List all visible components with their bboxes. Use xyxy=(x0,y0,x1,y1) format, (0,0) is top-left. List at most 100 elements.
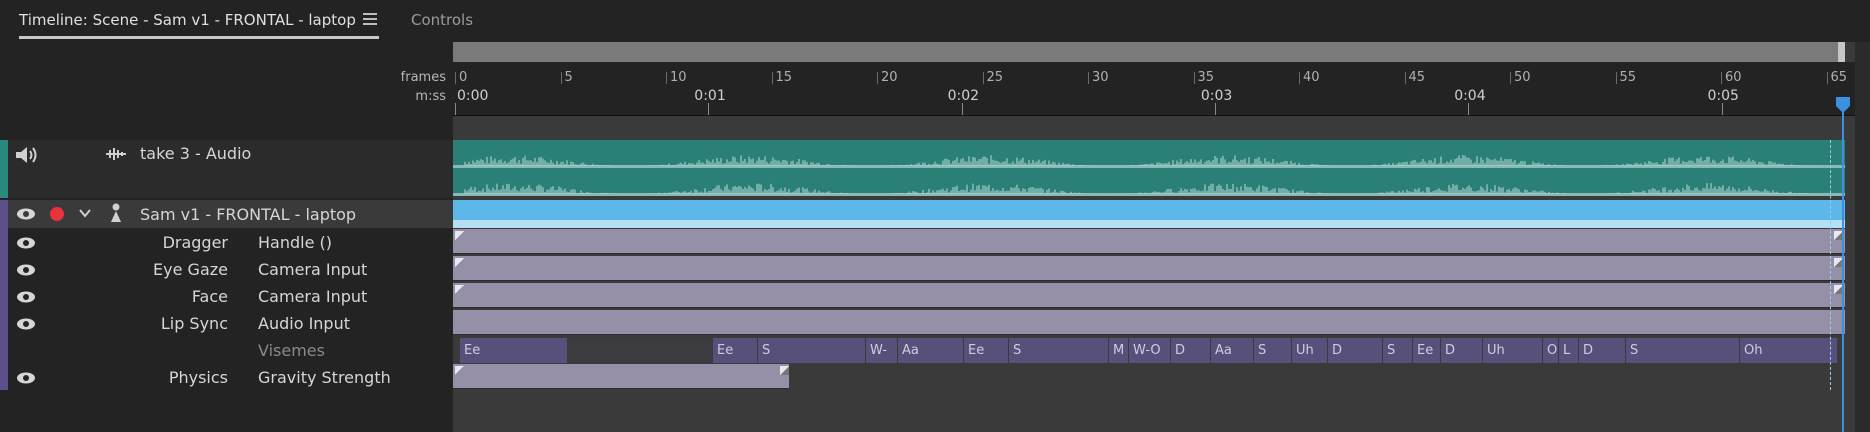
time-label: 0:01 xyxy=(694,88,726,104)
viseme-block[interactable]: Ee xyxy=(460,338,568,363)
visibility-eye-icon[interactable] xyxy=(16,318,36,330)
viseme-block[interactable]: W-O xyxy=(1129,338,1171,363)
viseme-block[interactable]: Uh xyxy=(1292,338,1328,363)
playhead-handle[interactable] xyxy=(1835,96,1851,114)
waveform-icon xyxy=(106,148,126,160)
frame-number: 35 xyxy=(1197,70,1215,85)
frame-tick xyxy=(666,72,667,84)
time-label: 0:00 xyxy=(457,88,489,104)
visibility-eye-icon[interactable] xyxy=(16,264,36,276)
time-label: 0:02 xyxy=(947,88,980,104)
viseme-block[interactable]: Ee xyxy=(964,338,1009,363)
zoom-scroll-handle[interactable] xyxy=(1838,42,1845,62)
frame-number: 25 xyxy=(986,70,1004,85)
parameter-input-name: Handle () xyxy=(258,233,332,252)
frame-number: 15 xyxy=(775,70,793,85)
frame-number: 50 xyxy=(1514,70,1531,85)
viseme-block[interactable]: Ee xyxy=(713,338,758,363)
time-tick xyxy=(1468,103,1470,115)
frame-number: 20 xyxy=(881,70,898,85)
take-end-marker xyxy=(1830,140,1831,390)
eye-gaze-take-bar[interactable] xyxy=(453,256,1845,281)
zoom-scroll-bar[interactable] xyxy=(453,42,1845,62)
frames-unit-label: frames xyxy=(400,70,446,85)
frame-number: 10 xyxy=(670,70,687,85)
time-unit-label: m:ss xyxy=(415,89,446,104)
viseme-block[interactable]: D xyxy=(1171,338,1211,363)
audio-waveform-bar[interactable] xyxy=(453,140,1845,196)
viseme-block[interactable]: L xyxy=(1559,338,1579,363)
visibility-eye-icon[interactable] xyxy=(16,237,36,249)
behavior-name: Lip Sync xyxy=(160,314,228,333)
puppet-visibility-eye-icon[interactable] xyxy=(16,208,36,220)
frame-tick xyxy=(982,72,984,84)
viseme-block[interactable]: S xyxy=(1009,338,1109,363)
puppet-icon xyxy=(111,203,121,222)
time-label: 0:04 xyxy=(1454,88,1486,104)
parameter-input-name: Gravity Strength xyxy=(258,368,391,387)
puppet-take-bar[interactable] xyxy=(453,200,1845,228)
frame-number: 30 xyxy=(1092,70,1109,85)
viseme-block[interactable]: Ee xyxy=(1413,338,1441,363)
face-take-bar[interactable] xyxy=(453,283,1845,308)
frame-tick xyxy=(455,72,456,84)
frame-tick xyxy=(1615,72,1617,84)
speaker-icon[interactable] xyxy=(14,144,40,166)
frame-tick xyxy=(1299,72,1300,84)
viseme-block[interactable]: Aa xyxy=(898,338,964,363)
viseme-block[interactable]: S xyxy=(1254,338,1292,363)
tab-controls[interactable]: Controls xyxy=(411,11,473,29)
frame-number: 60 xyxy=(1725,70,1742,85)
viseme-block[interactable]: W- xyxy=(866,338,898,363)
time-ruler[interactable] xyxy=(453,62,1855,116)
record-arm-icon[interactable] xyxy=(50,207,64,221)
frame-tick xyxy=(1721,72,1722,84)
parameter-input-name: Visemes xyxy=(258,341,325,360)
viseme-block[interactable]: Uh xyxy=(1483,338,1543,363)
frame-tick xyxy=(877,72,878,84)
viseme-block[interactable]: S xyxy=(1383,338,1413,363)
frame-number: 0 xyxy=(459,70,468,85)
behavior-name: Eye Gaze xyxy=(153,260,228,279)
tab-timeline-label: Timeline: Scene - Sam v1 - FRONTAL - lap… xyxy=(19,11,356,29)
time-tick xyxy=(455,103,456,115)
frame-tick xyxy=(771,72,773,84)
frame-number: 55 xyxy=(1619,70,1637,85)
time-label: 0:05 xyxy=(1707,88,1739,104)
viseme-block[interactable]: D xyxy=(1441,338,1483,363)
frame-number: 65 xyxy=(1830,70,1848,85)
panel-tab-bar: Timeline: Scene - Sam v1 - FRONTAL - lap… xyxy=(0,0,1870,42)
trim-handle-icon[interactable] xyxy=(455,366,464,375)
viseme-block[interactable]: Oh xyxy=(1740,338,1838,363)
lip-sync-take-bar[interactable] xyxy=(453,310,1845,335)
trim-handle-icon[interactable] xyxy=(780,366,789,375)
visibility-eye-icon[interactable] xyxy=(16,291,36,303)
viseme-block[interactable]: S xyxy=(1626,338,1740,363)
physics-take-bar[interactable] xyxy=(453,364,789,389)
behavior-name: Dragger xyxy=(162,233,228,252)
frame-tick xyxy=(1193,72,1195,84)
chevron-down-icon[interactable] xyxy=(78,206,92,220)
viseme-block[interactable]: Aa xyxy=(1211,338,1254,363)
viseme-block[interactable]: M xyxy=(1109,338,1129,363)
trim-handle-icon[interactable] xyxy=(455,231,464,240)
viseme-block[interactable]: D xyxy=(1328,338,1383,363)
time-tick xyxy=(708,103,710,115)
viseme-gap xyxy=(568,338,713,363)
tab-timeline[interactable]: Timeline: Scene - Sam v1 - FRONTAL - lap… xyxy=(19,11,379,39)
vertical-scrollbar[interactable] xyxy=(1855,42,1870,432)
dragger-take-bar[interactable] xyxy=(453,229,1845,254)
viseme-block[interactable]: O xyxy=(1543,338,1559,363)
viseme-block[interactable]: S xyxy=(758,338,866,363)
frame-tick xyxy=(560,72,562,84)
hamburger-menu-icon[interactable] xyxy=(363,13,377,25)
puppet-track-name: Sam v1 - FRONTAL - laptop xyxy=(140,205,357,224)
frame-tick xyxy=(1826,72,1828,84)
trim-handle-icon[interactable] xyxy=(455,285,464,294)
trim-handle-icon[interactable] xyxy=(455,258,464,267)
playhead-line[interactable] xyxy=(1842,103,1844,432)
audio-track-name: take 3 - Audio xyxy=(140,144,252,163)
viseme-block[interactable]: D xyxy=(1579,338,1626,363)
visibility-eye-icon[interactable] xyxy=(16,372,36,384)
frame-tick xyxy=(1404,72,1406,84)
